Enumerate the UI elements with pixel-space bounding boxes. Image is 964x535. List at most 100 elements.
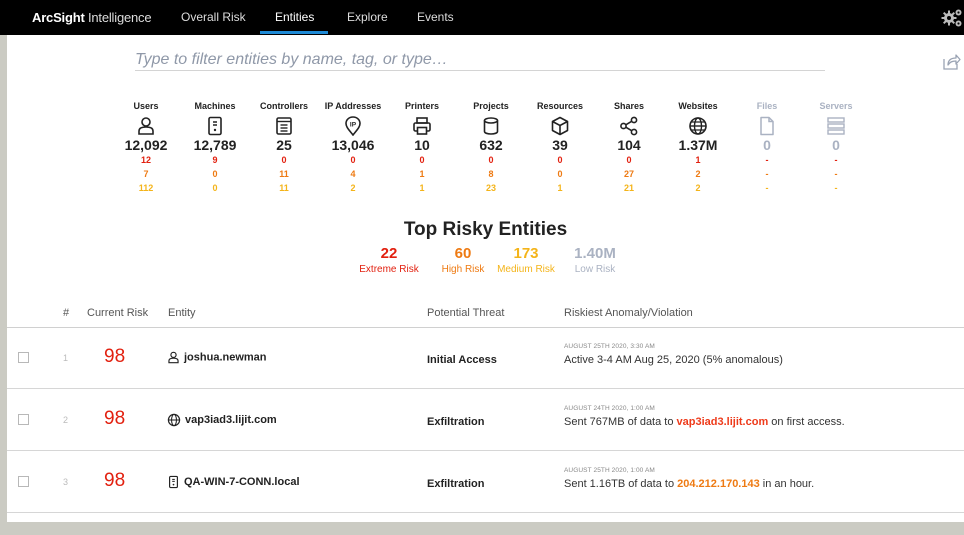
medium-risk-stat[interactable]: 173 Medium Risk: [486, 245, 566, 275]
tab-entities[interactable]: Entities: [275, 10, 314, 24]
extreme-risk-count: 12: [140, 155, 151, 165]
row-number: 2: [63, 415, 69, 425]
low-risk-stat[interactable]: 1.40M Low Risk: [555, 245, 635, 275]
row-select-checkbox[interactable]: [18, 352, 29, 363]
entity-link[interactable]: QA-WIN-7-CONN.local: [167, 475, 300, 489]
entity-count: 25: [276, 137, 292, 153]
entity-link[interactable]: joshua.newman: [167, 351, 267, 364]
column-header-riskiest-anomaly[interactable]: Riskiest Anomaly/Violation: [564, 307, 693, 319]
entity-type-resources[interactable]: Resources 39 0 0 1: [525, 101, 595, 194]
high-risk-count: 1: [419, 169, 425, 179]
entity-link[interactable]: vap3iad3.lijit.com: [167, 413, 277, 427]
settings-gear-icon[interactable]: [940, 6, 964, 30]
stat-value: 1.40M: [574, 245, 616, 262]
potential-threat: Exfiltration: [427, 416, 485, 428]
anomaly-entity-link[interactable]: vap3iad3.lijit.com: [677, 416, 769, 428]
machine-icon: [169, 475, 178, 489]
share-icon: [620, 116, 638, 136]
entity-count: 13,046: [331, 137, 375, 153]
user-icon: [138, 117, 154, 135]
entity-name: vap3iad3.lijit.com: [185, 413, 277, 426]
entity-type-label: IP Addresses: [324, 101, 382, 111]
extreme-risk-count: 0: [281, 155, 287, 165]
column-header-entity[interactable]: Entity: [168, 307, 196, 319]
entity-count: 12,092: [124, 137, 168, 153]
extreme-risk-count: 0: [350, 155, 356, 165]
database-icon: [483, 117, 499, 135]
row-select-checkbox[interactable]: [18, 414, 29, 425]
extreme-risk-count: 0: [419, 155, 425, 165]
entity-type-shares[interactable]: Shares 104 0 27 21: [594, 101, 664, 194]
potential-threat: Exfiltration: [427, 478, 485, 490]
medium-risk-count: 2: [695, 183, 701, 193]
entity-type-label: Servers: [819, 101, 853, 111]
controller-icon: [276, 117, 292, 135]
extreme-risk-stat[interactable]: 22 Extreme Risk: [349, 245, 429, 275]
anomaly-description: Sent 1.16TB of data to 204.212.170.143 i…: [564, 478, 814, 490]
entity-filter-input[interactable]: [135, 49, 825, 71]
anomaly-entity-link[interactable]: 204.212.170.143: [677, 478, 760, 490]
tab-events[interactable]: Events: [417, 10, 454, 24]
entity-type-machines[interactable]: Machines 12,789 9 0 0: [180, 101, 250, 194]
app-logo[interactable]: ArcSight Intelligence: [32, 10, 152, 25]
entity-type-projects[interactable]: Projects 632 0 8 23: [456, 101, 526, 194]
file-icon: [760, 116, 774, 136]
high-risk-count: 27: [623, 169, 634, 179]
medium-risk-count: -: [834, 183, 838, 193]
high-risk-count: 0: [212, 169, 218, 179]
printer-icon: [413, 117, 431, 135]
anomaly-timestamp: AUGUST 24TH 2020, 1:00 AM: [564, 405, 655, 412]
row-number: 3: [63, 477, 69, 487]
potential-threat: Initial Access: [427, 354, 497, 366]
tab-explore[interactable]: Explore: [347, 10, 388, 24]
entity-type-users[interactable]: Users 12,092 12 7 112: [111, 101, 181, 194]
export-share-icon[interactable]: [941, 52, 961, 72]
entity-count: 104: [617, 137, 641, 153]
entity-type-printers[interactable]: Printers 10 0 1 1: [387, 101, 457, 194]
entity-count: 0: [832, 137, 840, 153]
column-header-current-risk[interactable]: Current Risk: [87, 307, 148, 319]
entity-type-files[interactable]: Files 0 - - -: [732, 101, 802, 194]
high-risk-count: -: [834, 169, 838, 179]
entity-type-label: Projects: [473, 101, 509, 111]
table-row[interactable]: 1 98 joshua.newman Initial Access AUGUST…: [7, 328, 964, 389]
server-icon: [827, 117, 845, 135]
entity-name: joshua.newman: [184, 351, 267, 364]
tab-overall-risk[interactable]: Overall Risk: [181, 10, 246, 24]
anomaly-text-end: in an hour.: [759, 478, 815, 490]
anomaly-timestamp: AUGUST 25TH 2020, 3:30 AM: [564, 343, 655, 350]
entity-count: 39: [552, 137, 568, 153]
medium-risk-count: 1: [419, 183, 425, 193]
extreme-risk-count: 0: [626, 155, 632, 165]
row-number: 1: [63, 353, 69, 363]
entity-type-controllers[interactable]: Controllers 25 0 11 11: [249, 101, 319, 194]
entity-type-label: Websites: [678, 101, 718, 111]
medium-risk-count: 2: [350, 183, 356, 193]
row-select-checkbox[interactable]: [18, 476, 29, 487]
anomaly-description: Active 3-4 AM Aug 25, 2020 (5% anomalous…: [564, 354, 783, 366]
anomaly-text-end: on first access.: [768, 416, 845, 428]
user-icon: [168, 351, 179, 364]
entity-count: 632: [479, 137, 503, 153]
stat-value: 22: [380, 245, 398, 262]
risk-score: 98: [104, 470, 126, 491]
high-risk-count: 11: [279, 169, 289, 179]
column-header-potential-threat[interactable]: Potential Threat: [427, 307, 504, 319]
table-row[interactable]: 3 98 QA-WIN-7-CONN.local Exfiltration AU…: [7, 452, 964, 513]
high-risk-count: 4: [350, 169, 356, 179]
entity-type-websites[interactable]: Websites 1.37M 1 2 2: [663, 101, 733, 194]
entity-type-servers[interactable]: Servers 0 - - -: [801, 101, 871, 194]
high-risk-count: -: [765, 169, 769, 179]
entity-count: 0: [763, 137, 771, 153]
extreme-risk-count: -: [834, 155, 838, 165]
column-header-number[interactable]: #: [63, 307, 69, 319]
top-nav-bar: ArcSight Intelligence Overall Risk Entit…: [0, 0, 964, 35]
extreme-risk-count: -: [765, 155, 769, 165]
entity-type-label: Resources: [536, 101, 584, 111]
globe-icon: [167, 413, 181, 427]
stat-label: Extreme Risk: [359, 264, 419, 275]
table-row[interactable]: 2 98 vap3iad3.lijit.com Exfiltration AUG…: [7, 390, 964, 451]
stat-label: Medium Risk: [497, 264, 555, 275]
machine-icon: [208, 116, 222, 136]
entity-type-ip-addresses[interactable]: IP Addresses IP 13,046 0 4 2: [318, 101, 388, 194]
